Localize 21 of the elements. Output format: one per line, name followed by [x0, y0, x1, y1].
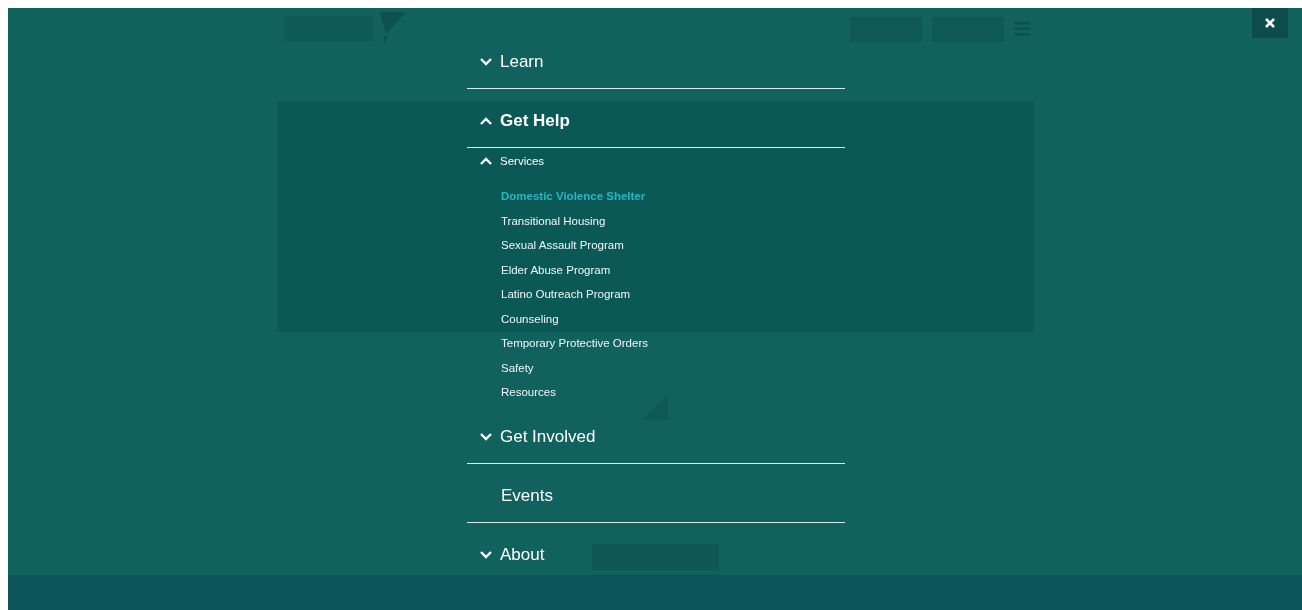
submenu-link[interactable]: Temporary Protective Orders	[501, 337, 648, 350]
chevron-down-icon	[480, 432, 492, 441]
submenu-item[interactable]: Services	[480, 155, 545, 167]
menu-item[interactable]: Learn	[467, 52, 544, 72]
submenu-link[interactable]: Resources	[501, 386, 556, 399]
submenu-link[interactable]: Transitional Housing	[501, 214, 606, 227]
submenu-link[interactable]: Safety	[501, 361, 534, 374]
close-icon	[1265, 18, 1275, 28]
close-button[interactable]	[1252, 8, 1288, 38]
submenu-link[interactable]: Latino Outreach Program	[501, 288, 631, 301]
menu-item[interactable]: Get Involved	[467, 426, 596, 447]
menu-item[interactable]: About	[467, 545, 545, 565]
chevron-up-icon	[480, 117, 492, 125]
submenu-link[interactable]: Elder Abuse Program	[501, 263, 611, 276]
submenu-link[interactable]: Counseling	[501, 312, 559, 325]
chevron-down-icon	[480, 551, 492, 559]
menu-item[interactable]: Get Help	[467, 111, 570, 131]
chevron-down-icon	[480, 58, 492, 66]
chevron-up-icon	[480, 157, 492, 165]
menu-item[interactable]: Events	[467, 485, 553, 506]
submenu-link[interactable]: Sexual Assault Program	[501, 239, 624, 252]
